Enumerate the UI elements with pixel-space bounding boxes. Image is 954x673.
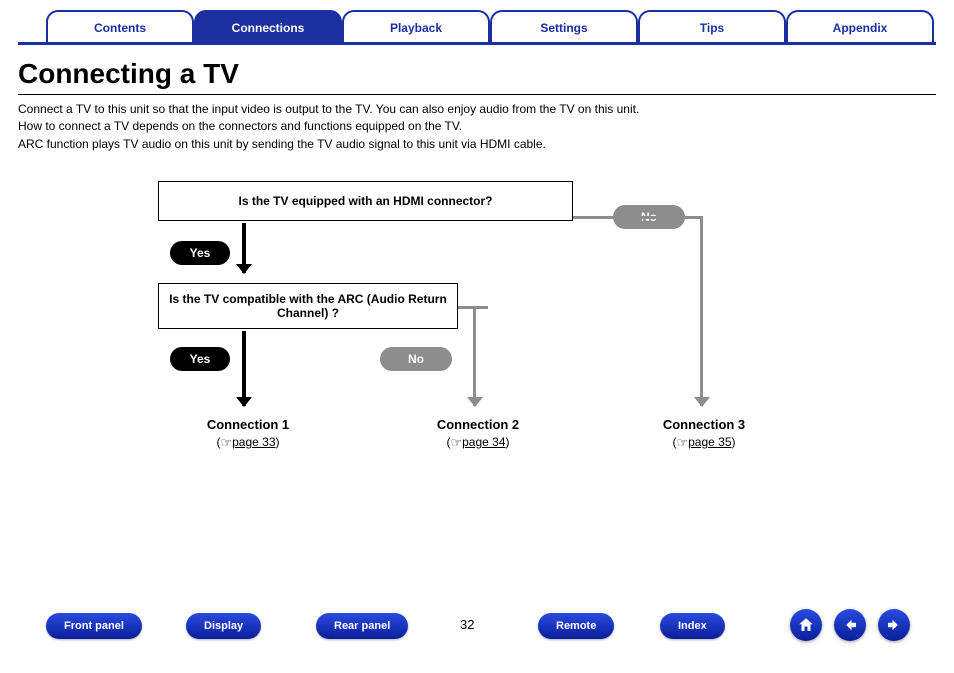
- answer-yes-hdmi: Yes: [170, 241, 230, 265]
- btn-index[interactable]: Index: [660, 613, 725, 639]
- btn-display[interactable]: Display: [186, 613, 261, 639]
- footer: Front panel Display Rear panel 32 Remote…: [0, 613, 954, 649]
- btn-front-panel[interactable]: Front panel: [46, 613, 142, 639]
- answer-yes-arc: Yes: [170, 347, 230, 371]
- intro-line-1: Connect a TV to this unit so that the in…: [18, 101, 936, 118]
- hand-icon: ☞: [676, 435, 688, 451]
- tab-tips[interactable]: Tips: [638, 10, 786, 42]
- arrow-down: [242, 331, 246, 406]
- question-arc: Is the TV compatible with the ARC (Audio…: [158, 283, 458, 329]
- home-icon: [797, 616, 815, 634]
- flowchart: Is the TV equipped with an HDMI connecto…: [18, 171, 936, 501]
- title-rule: [18, 94, 936, 95]
- tab-connections[interactable]: Connections: [194, 10, 342, 42]
- intro-line-3: ARC function plays TV audio on this unit…: [18, 136, 936, 153]
- next-button[interactable]: [878, 609, 910, 641]
- arrow-left-icon: [841, 616, 859, 634]
- intro-text: Connect a TV to this unit so that the in…: [18, 101, 936, 153]
- connection-3-ref: (☞page 35): [634, 434, 774, 450]
- btn-rear-panel[interactable]: Rear panel: [316, 613, 408, 639]
- arrow-down: [242, 223, 246, 273]
- connection-2-ref: (☞page 34): [408, 434, 548, 450]
- connection-3: Connection 3 (☞page 35): [634, 417, 774, 450]
- btn-remote[interactable]: Remote: [538, 613, 614, 639]
- page-number: 32: [460, 617, 474, 632]
- arrow-right-icon: [885, 616, 903, 634]
- connector-line: [700, 216, 703, 406]
- connection-2-title: Connection 2: [408, 417, 548, 432]
- prev-button[interactable]: [834, 609, 866, 641]
- connection-2: Connection 2 (☞page 34): [408, 417, 548, 450]
- top-tabs: Contents Connections Playback Settings T…: [46, 10, 908, 44]
- tab-underline: [18, 42, 936, 45]
- connector-line: [573, 216, 703, 219]
- tab-appendix[interactable]: Appendix: [786, 10, 934, 42]
- connection-1: Connection 1 (☞page 33): [178, 417, 318, 450]
- intro-line-2: How to connect a TV depends on the conne…: [18, 118, 936, 135]
- tab-playback[interactable]: Playback: [342, 10, 490, 42]
- connection-3-title: Connection 3: [634, 417, 774, 432]
- tab-contents[interactable]: Contents: [46, 10, 194, 42]
- question-hdmi: Is the TV equipped with an HDMI connecto…: [158, 181, 573, 221]
- hand-icon: ☞: [220, 435, 232, 451]
- hand-icon: ☞: [450, 435, 462, 451]
- connection-1-ref: (☞page 33): [178, 434, 318, 450]
- answer-no-arc: No: [380, 347, 452, 371]
- page-title: Connecting a TV: [18, 58, 936, 90]
- link-page-33[interactable]: page 33: [232, 435, 275, 449]
- tab-settings[interactable]: Settings: [490, 10, 638, 42]
- home-button[interactable]: [790, 609, 822, 641]
- link-page-35[interactable]: page 35: [688, 435, 731, 449]
- connector-line: [473, 306, 476, 406]
- link-page-34[interactable]: page 34: [462, 435, 505, 449]
- connection-1-title: Connection 1: [178, 417, 318, 432]
